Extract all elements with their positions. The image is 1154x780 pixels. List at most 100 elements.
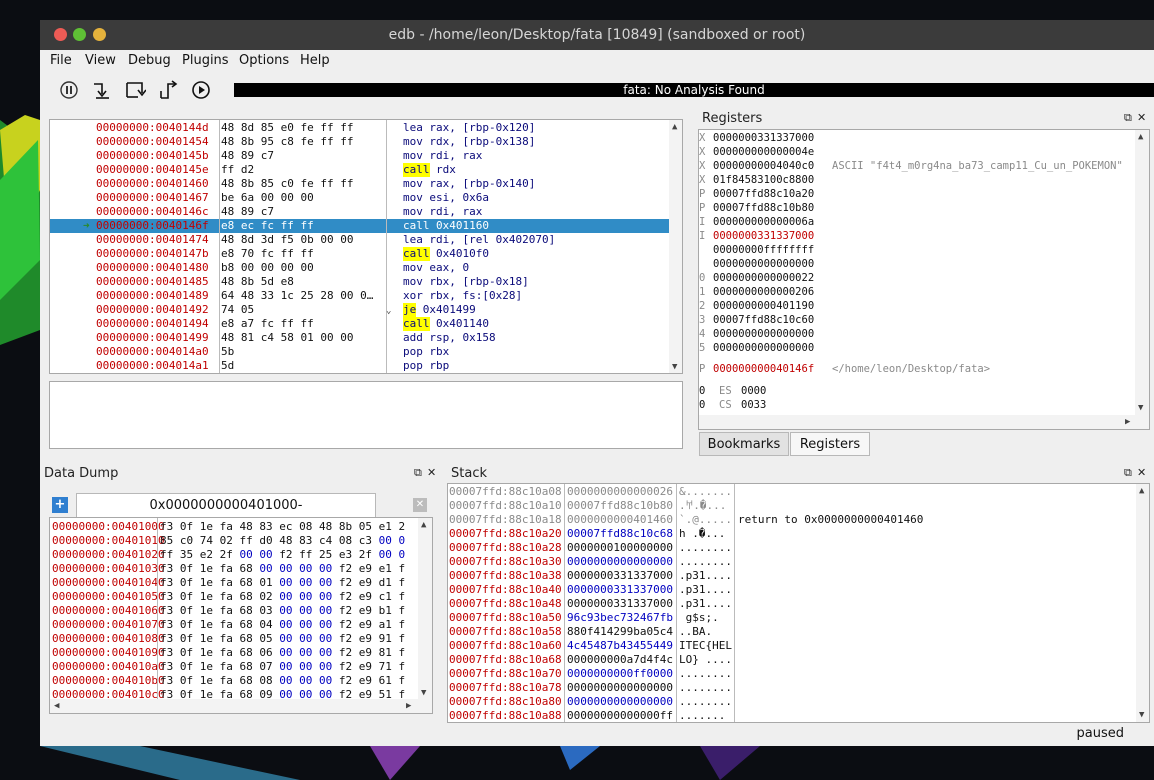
dump-row[interactable]: 00000000:00401040 f3 0f 1e fa 68 01 00 00… (50, 576, 418, 590)
dump-row[interactable]: 00000000:004010b0 f3 0f 1e fa 68 08 00 00… (50, 674, 418, 688)
disasm-row[interactable]: 00000000:00401460 48 8b 85 c0 fe ff ff mov… (50, 177, 669, 191)
stack-row[interactable]: 00007ffd:88c10a70 0000000000ff0000.......… (448, 667, 1136, 681)
disasm-row[interactable]: 00000000:004014a1 5d pop rbp (50, 359, 669, 373)
stack-view[interactable]: 00007ffd:88c10a08 0000000000000026 &......… (447, 483, 1150, 723)
add-tab-icon[interactable]: + (52, 497, 68, 513)
segment-register-row[interactable]: 0 CS 0033 (699, 398, 1135, 412)
register-row[interactable]: I 000000000000006a (699, 215, 1135, 229)
registers-view[interactable]: X 0000000331337000 X 000000000000004e X 00000… (698, 129, 1150, 430)
register-row[interactable]: 1 0000000000000206 (699, 285, 1135, 299)
disasm-row[interactable]: 00000000:0040147b e8 70 fc ff ff call 0x401… (50, 247, 669, 261)
dump-hscroll[interactable]: ◀ ▶ (50, 699, 432, 713)
menu-options[interactable]: Options (239, 53, 289, 68)
tab-bookmarks[interactable]: Bookmarks (699, 432, 789, 456)
register-row[interactable]: P 00007ffd88c10a20 (699, 187, 1135, 201)
disassembly-view[interactable]: 00000000:0040144d 48 8d 85 e0 fe ff ff lea… (49, 119, 683, 374)
dump-row[interactable]: 00000000:00401030 f3 0f 1e fa 68 00 00 00… (50, 562, 418, 576)
register-row[interactable]: I 0000000331337000 (699, 229, 1135, 243)
stack-row[interactable]: 00007ffd:88c10a50 96c93bec732467fb g$s;. (448, 611, 1136, 625)
dump-row[interactable]: 00000000:00401020 ff 35 e2 2f 00 00 f2 ff… (50, 548, 418, 562)
dump-row[interactable]: 00000000:00401000 f3 0f 1e fa 48 83 ec 08… (50, 520, 418, 534)
dump-byte: e9 (352, 646, 372, 659)
stack-row[interactable]: 00007ffd:88c10a58 880f414299ba05c4 ..BA. (448, 625, 1136, 639)
register-row[interactable]: 00000000ffffffff (699, 243, 1135, 257)
register-row[interactable]: X 00000000004040c0 ASCII "f4t4_m0rg4na_ba7… (699, 159, 1135, 173)
register-row[interactable]: 5 0000000000000000 (699, 341, 1135, 355)
disasm-row[interactable]: 00000000:00401467 be 6a 00 00 00 mov esi, 0… (50, 191, 669, 205)
float-dock-icon[interactable]: ⧉ (414, 466, 422, 480)
disasm-row[interactable]: 00000000:00401492 74 05 je 0x401499 (50, 303, 669, 317)
register-row[interactable]: P 00007ffd88c10b80 (699, 201, 1135, 215)
close-dock-icon[interactable]: ✕ (1137, 466, 1146, 479)
disasm-row[interactable]: 00000000:00401480 b8 00 00 00 00 mov eax, 0 (50, 261, 669, 275)
stack-row[interactable]: 00007ffd:88c10a80 0000000000000000.......… (448, 695, 1136, 709)
segment-register-row[interactable]: 0 ES 0000 (699, 384, 1135, 398)
disasm-row[interactable]: 00000000:00401494 e8 a7 fc ff ff call 0x401… (50, 317, 669, 331)
disasm-row[interactable]: 00000000:00401474 48 8d 3d f5 0b 00 00 lea… (50, 233, 669, 247)
dump-byte: 0 (391, 548, 406, 561)
disasm-row[interactable]: 00000000:00401454 48 8b 95 c8 fe ff ff mov… (50, 135, 669, 149)
menu-view[interactable]: View (85, 53, 116, 68)
register-row[interactable]: X 000000000000004e (699, 145, 1135, 159)
disasm-row[interactable]: 00000000:004014a0 5b pop rbx (50, 345, 669, 359)
dump-row[interactable]: 00000000:00401090 f3 0f 1e fa 68 06 00 00… (50, 646, 418, 660)
stack-row[interactable]: 00007ffd:88c10a68 000000000a7d4f4c LO} ...… (448, 653, 1136, 667)
run-icon[interactable] (190, 79, 212, 101)
tab-registers[interactable]: Registers (790, 432, 870, 456)
disasm-row[interactable]: 00000000:0040145e ff d2 call rdx (50, 163, 669, 177)
stack-row[interactable]: 00007ffd:88c10a20 00007ffd88c10c68 h .�... (448, 527, 1136, 541)
register-row[interactable]: 2 0000000000401190 (699, 299, 1135, 313)
disasm-row[interactable]: 00000000:0040145b 48 89 c7 mov rdi, rax (50, 149, 669, 163)
register-row[interactable]: 0000000000000000 (699, 257, 1135, 271)
step-into-icon[interactable] (91, 79, 113, 101)
register-row[interactable]: X 0000000331337000 (699, 131, 1135, 145)
tab-dump-range[interactable]: 0x0000000000401000-0x0000000000402000 (76, 493, 376, 537)
registers-vscroll[interactable]: ▲ ▼ (1135, 130, 1149, 415)
close-dock-icon[interactable]: ✕ (427, 466, 436, 479)
register-row[interactable]: 4 0000000000000000 (699, 327, 1135, 341)
dump-row[interactable]: 00000000:00401010 85 c0 74 02 ff d0 48 83… (50, 534, 418, 548)
disasm-row[interactable]: 00000000:00401485 48 8b 5d e8 mov rbx, [rbp… (50, 275, 669, 289)
disasm-scrollbar[interactable]: ▲ ▼ (669, 120, 682, 373)
disasm-row[interactable]: 00000000:0040144d 48 8d 85 e0 fe ff ff lea… (50, 121, 669, 135)
stack-row[interactable]: 00007ffd:88c10a38 0000000331337000 .p31...… (448, 569, 1136, 583)
stack-row[interactable]: 00007ffd:88c10a28 0000000100000000.......… (448, 541, 1136, 555)
register-row[interactable]: 3 00007ffd88c10c60 (699, 313, 1135, 327)
pause-icon[interactable] (58, 79, 80, 101)
float-dock-icon[interactable]: ⧉ (1124, 466, 1132, 480)
data-dump-view[interactable]: 00000000:00401000 f3 0f 1e fa 48 83 ec 08… (49, 517, 433, 714)
stack-scrollbar[interactable]: ▲ ▼ (1136, 484, 1149, 722)
stack-row[interactable]: 00007ffd:88c10a88 00000000000000ff....... (448, 709, 1136, 722)
dump-row[interactable]: 00000000:00401060 f3 0f 1e fa 68 03 00 00… (50, 604, 418, 618)
dump-row[interactable]: 00000000:004010a0 f3 0f 1e fa 68 07 00 00… (50, 660, 418, 674)
stack-row[interactable]: 00007ffd:88c10a10 00007ffd88c10b80 .𐀀.�... (448, 499, 1136, 513)
close-tab-icon[interactable]: ✕ (413, 498, 427, 512)
stack-row[interactable]: 00007ffd:88c10a60 4c45487b43455449 ITEC{HE… (448, 639, 1136, 653)
dump-row[interactable]: 00000000:00401070 f3 0f 1e fa 68 04 00 00… (50, 618, 418, 632)
disasm-row[interactable]: ➜ 00000000:0040146f e8 ec fc ff ff call 0x40… (50, 219, 669, 233)
disasm-row[interactable]: 00000000:0040146c 48 89 c7 mov rdi, rax (50, 205, 669, 219)
menu-help[interactable]: Help (300, 53, 330, 68)
register-row-rip[interactable]: P 000000000040146f </home/leon/Desktop/fat… (699, 362, 1135, 376)
disasm-row[interactable]: 00000000:00401499 48 81 c4 58 01 00 00 add… (50, 331, 669, 345)
stack-row[interactable]: 00007ffd:88c10a30 0000000000000000.......… (448, 555, 1136, 569)
dump-row[interactable]: 00000000:00401050 f3 0f 1e fa 68 02 00 00… (50, 590, 418, 604)
stack-row[interactable]: 00007ffd:88c10a18 0000000000401460 `.@....… (448, 513, 1136, 527)
float-dock-icon[interactable]: ⧉ (1124, 111, 1132, 125)
dump-vscroll[interactable]: ▲ ▼ (418, 518, 432, 699)
stack-row[interactable]: 00007ffd:88c10a08 0000000000000026 &......… (448, 485, 1136, 499)
menu-file[interactable]: File (50, 53, 72, 68)
stack-row[interactable]: 00007ffd:88c10a78 0000000000000000.......… (448, 681, 1136, 695)
menu-debug[interactable]: Debug (128, 53, 171, 68)
menu-plugins[interactable]: Plugins (182, 53, 229, 68)
step-out-icon[interactable] (157, 79, 179, 101)
stack-row[interactable]: 00007ffd:88c10a40 0000000331337000 .p31...… (448, 583, 1136, 597)
register-row[interactable]: X 01f84583100c8800 (699, 173, 1135, 187)
dump-row[interactable]: 00000000:00401080 f3 0f 1e fa 68 05 00 00… (50, 632, 418, 646)
register-row[interactable]: 0 0000000000000022 (699, 271, 1135, 285)
disasm-row[interactable]: 00000000:00401489 64 48 33 1c 25 28 00 0…… (50, 289, 669, 303)
close-dock-icon[interactable]: ✕ (1137, 111, 1146, 124)
stack-row[interactable]: 00007ffd:88c10a48 0000000331337000 .p31...… (448, 597, 1136, 611)
registers-hscroll[interactable]: ▶ (699, 415, 1149, 429)
step-over-icon[interactable] (124, 79, 146, 101)
